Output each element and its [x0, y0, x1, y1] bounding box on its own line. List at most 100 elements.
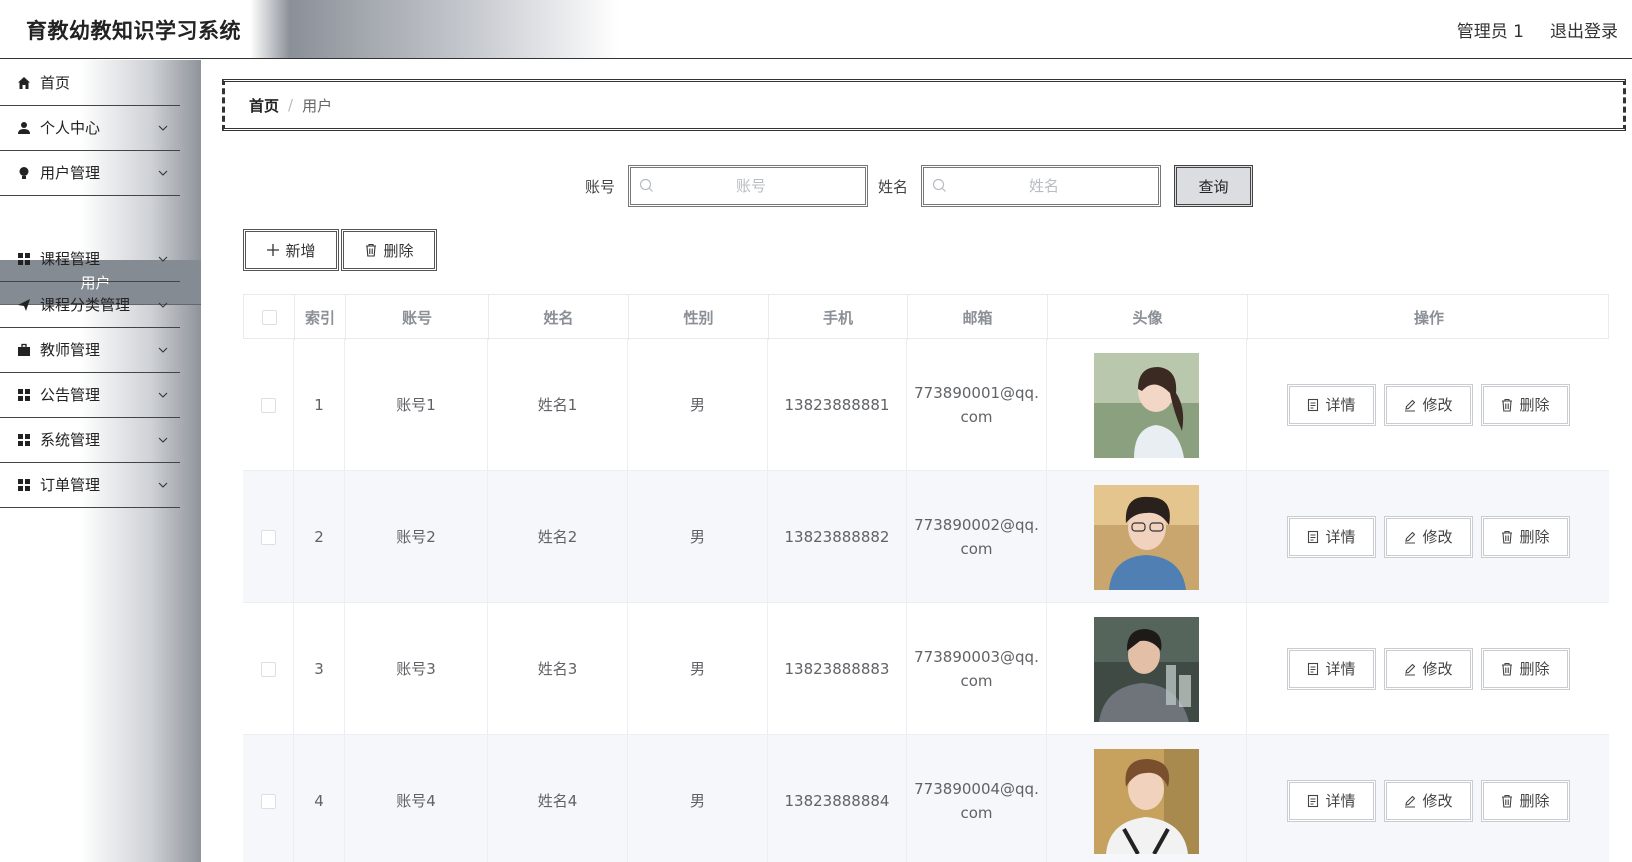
logout-link[interactable]: 退出登录 — [1550, 17, 1618, 42]
cell-account: 账号3 — [345, 603, 488, 735]
document-icon — [1308, 530, 1319, 544]
delete-button[interactable]: 删除 — [1480, 516, 1570, 558]
edit-icon — [1405, 399, 1416, 412]
cell-name: 姓名1 — [488, 339, 628, 471]
delete-button[interactable]: 删除 — [1480, 648, 1570, 690]
grid-icon — [16, 251, 32, 267]
chevron-down-icon — [158, 345, 168, 355]
cell-gender: 男 — [628, 471, 768, 603]
name-search-input[interactable] — [947, 177, 1141, 195]
sidebar-item-order-mgmt[interactable]: 订单管理 — [0, 462, 180, 508]
select-all-checkbox[interactable] — [261, 310, 277, 325]
cell-gender: 男 — [628, 339, 768, 471]
sidebar-item-label: 首页 — [40, 74, 71, 92]
name-search-field[interactable] — [921, 165, 1161, 207]
sidebar-item-system-mgmt[interactable]: 系统管理 — [0, 417, 180, 463]
row-actions: 详情 修改 删除 — [1286, 516, 1570, 558]
edit-icon — [1405, 795, 1416, 808]
plus-icon — [267, 244, 280, 256]
row-checkbox[interactable] — [260, 529, 276, 545]
col-header-email: 邮箱 — [908, 295, 1048, 340]
table-row: 2 账号2 姓名2 男 13823888882 773890002@qq.com… — [243, 471, 1609, 603]
col-header-account: 账号 — [346, 295, 489, 340]
batch-delete-button[interactable]: 删除 — [341, 229, 437, 271]
row-checkbox[interactable] — [260, 793, 276, 809]
edit-label: 修改 — [1422, 396, 1453, 414]
delete-button[interactable]: 删除 — [1480, 384, 1570, 426]
cell-account: 账号4 — [345, 735, 488, 862]
breadcrumb: 首页 / 用户 — [222, 79, 1626, 131]
table-actions: 新增 删除 — [243, 229, 437, 271]
document-icon — [1308, 794, 1319, 808]
cell-phone: 13823888882 — [768, 471, 907, 603]
cell-gender: 男 — [628, 603, 768, 735]
detail-button[interactable]: 详情 — [1286, 780, 1376, 822]
delete-label: 删除 — [1519, 396, 1550, 414]
sidebar-item-teacher-mgmt[interactable]: 教师管理 — [0, 327, 180, 373]
edit-label: 修改 — [1422, 792, 1453, 810]
cell-index: 2 — [294, 471, 345, 603]
edit-icon — [1405, 531, 1416, 544]
cell-name: 姓名4 — [488, 735, 628, 862]
cell-email: 773890004@qq.com — [914, 780, 1039, 822]
detail-label: 详情 — [1325, 396, 1356, 414]
delete-label: 删除 — [1519, 792, 1550, 810]
row-checkbox[interactable] — [260, 397, 276, 413]
edit-button[interactable]: 修改 — [1383, 516, 1473, 558]
edit-button[interactable]: 修改 — [1383, 780, 1473, 822]
cell-email: 773890001@qq.com — [914, 384, 1039, 426]
row-actions: 详情 修改 删除 — [1286, 780, 1570, 822]
breadcrumb-home[interactable]: 首页 — [249, 95, 279, 116]
document-icon — [1308, 398, 1319, 412]
trash-icon — [1502, 530, 1513, 544]
account-search-input[interactable] — [654, 177, 848, 195]
breadcrumb-separator: / — [288, 96, 294, 114]
detail-label: 详情 — [1325, 528, 1356, 546]
grid-icon — [16, 387, 32, 403]
query-button[interactable]: 查询 — [1174, 165, 1253, 207]
detail-button[interactable]: 详情 — [1286, 648, 1376, 690]
sidebar-item-label: 个人中心 — [40, 119, 101, 137]
delete-button[interactable]: 删除 — [1480, 780, 1570, 822]
sidebar-item-label: 课程管理 — [40, 250, 101, 268]
delete-label: 删除 — [1519, 660, 1550, 678]
briefcase-icon — [16, 342, 32, 358]
col-header-name: 姓名 — [489, 295, 629, 340]
add-button-label: 新增 — [285, 241, 316, 260]
grid-icon — [16, 432, 32, 448]
delete-button-label: 删除 — [383, 241, 414, 260]
row-checkbox[interactable] — [260, 661, 276, 677]
cell-name: 姓名3 — [488, 603, 628, 735]
sidebar-item-label: 教师管理 — [40, 341, 101, 359]
send-icon — [16, 297, 32, 313]
cell-index: 3 — [294, 603, 345, 735]
detail-button[interactable]: 详情 — [1286, 384, 1376, 426]
chevron-down-icon — [158, 435, 168, 445]
add-button[interactable]: 新增 — [243, 229, 339, 271]
edit-button[interactable]: 修改 — [1383, 648, 1473, 690]
edit-label: 修改 — [1422, 528, 1453, 546]
edit-button[interactable]: 修改 — [1383, 384, 1473, 426]
app-title: 育教幼教知识学习系统 — [26, 19, 241, 43]
cell-index: 1 — [294, 339, 345, 471]
search-bar: 账号 姓名 查询 — [0, 163, 1632, 207]
chevron-down-icon — [158, 480, 168, 490]
account-search-field[interactable] — [628, 165, 868, 207]
sidebar-item-home[interactable]: 首页 — [0, 60, 180, 106]
table-header: 索引 账号 姓名 性别 手机 邮箱 头像 操作 — [243, 294, 1609, 340]
sidebar-item-notice-mgmt[interactable]: 公告管理 — [0, 372, 180, 418]
name-label: 姓名 — [878, 178, 909, 196]
detail-button[interactable]: 详情 — [1286, 516, 1376, 558]
search-icon — [639, 178, 654, 194]
avatar-image — [1094, 616, 1199, 722]
select-all-cell — [244, 295, 295, 340]
col-header-gender: 性别 — [629, 295, 769, 340]
sidebar-item-course-category[interactable]: 课程分类管理 — [0, 282, 180, 328]
col-header-index: 索引 — [295, 295, 346, 340]
cell-index: 4 — [294, 735, 345, 862]
detail-label: 详情 — [1325, 660, 1356, 678]
sidebar-item-course-mgmt[interactable]: 课程管理 — [0, 236, 180, 282]
sidebar-item-personal[interactable]: 个人中心 — [0, 105, 180, 151]
current-user[interactable]: 管理员 1 — [1457, 17, 1524, 42]
delete-label: 删除 — [1519, 528, 1550, 546]
